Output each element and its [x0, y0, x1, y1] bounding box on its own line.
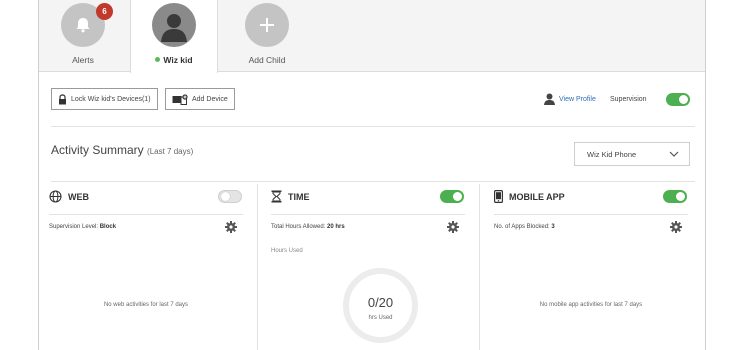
mobile-panel-line	[494, 214, 688, 215]
lock-icon	[59, 93, 66, 104]
hours-used-ring: 0/20 hrs Used	[343, 268, 418, 343]
mobile-panel-title: MOBILE APP	[509, 191, 565, 202]
tab-wiz-kid[interactable]: Wiz kid	[130, 0, 218, 73]
tab-add-child-label: Add Child	[248, 55, 286, 65]
child-name: Wiz kid	[163, 55, 193, 65]
person-icon	[544, 93, 555, 105]
panel-separator-1	[257, 184, 258, 350]
time-info-value: 20 hrs	[327, 224, 345, 230]
mobile-settings-gear-icon[interactable]	[670, 221, 682, 233]
hours-used-value: 0/20	[367, 295, 394, 310]
person-avatar-icon	[161, 14, 187, 42]
activity-summary-title: Activity Summary (Last 7 days)	[51, 143, 193, 157]
plus-icon	[260, 18, 274, 32]
time-settings-gear-icon[interactable]	[447, 221, 459, 233]
hours-used-label: Hours Used	[271, 248, 303, 254]
web-info-label: Supervision Level:	[49, 224, 99, 230]
tab-add-child[interactable]: Add Child	[223, 0, 311, 72]
time-info-label: Total Hours Allowed:	[271, 224, 326, 230]
summary-divider	[51, 181, 695, 182]
mobile-toggle[interactable]	[663, 190, 687, 203]
mobile-panel-header: MOBILE APP	[494, 190, 565, 203]
web-supervision-level: Supervision Level: Block	[49, 224, 116, 230]
time-panel-header: TIME	[271, 190, 310, 203]
device-select-value: Wiz Kid Phone	[587, 149, 637, 159]
time-panel: TIME Total Hours Allowed: 20 hrs Hours U…	[271, 184, 465, 350]
add-child-circle	[245, 3, 289, 47]
add-device-icon	[172, 93, 188, 105]
web-toggle[interactable]	[218, 190, 242, 203]
time-total-hours: Total Hours Allowed: 20 hrs	[271, 224, 345, 230]
time-panel-title: TIME	[288, 191, 310, 202]
supervision-toggle[interactable]	[666, 93, 690, 106]
lock-devices-button[interactable]: Lock Wiz kid's Devices(1)	[51, 88, 158, 110]
online-status-dot	[155, 57, 161, 62]
chevron-down-icon	[669, 151, 679, 157]
mobile-info-value: 3	[551, 224, 555, 230]
lock-devices-label: Lock Wiz kid's Devices(1)	[71, 95, 151, 103]
supervision-label: Supervision	[610, 96, 647, 103]
web-panel-line	[49, 214, 243, 215]
web-settings-gear-icon[interactable]	[225, 221, 237, 233]
mobile-app-panel: MOBILE APP No. of Apps Blocked: 3 No mob…	[494, 184, 688, 350]
web-info-value: Block	[99, 224, 117, 230]
toolbar-divider	[51, 126, 695, 127]
summary-title-text: Activity Summary	[51, 143, 144, 157]
add-device-button[interactable]: Add Device	[165, 88, 235, 110]
panel-separator-2	[479, 184, 480, 350]
child-tabs-bar: 6 Alerts Wiz kid Add Child	[39, 0, 705, 73]
web-panel: WEB Supervision Level: Block No web acti…	[49, 184, 243, 350]
tab-wiz-kid-label: Wiz kid	[131, 55, 217, 65]
tab-alerts[interactable]: 6 Alerts	[39, 0, 127, 72]
view-profile-link[interactable]: View Profile	[544, 93, 596, 105]
avatar	[152, 3, 196, 47]
add-device-label: Add Device	[192, 95, 228, 103]
alerts-count-badge: 6	[96, 3, 113, 20]
globe-icon	[49, 190, 62, 203]
web-panel-header: WEB	[49, 190, 89, 203]
time-toggle[interactable]	[440, 190, 464, 203]
view-profile-label: View Profile	[559, 95, 596, 103]
mobile-apps-blocked: No. of Apps Blocked: 3	[494, 224, 555, 230]
mobile-empty-message: No mobile app activities for last 7 days	[539, 302, 643, 308]
web-panel-title: WEB	[68, 191, 89, 202]
app-frame: 6 Alerts Wiz kid Add Child Lock Wiz kid'…	[38, 0, 706, 350]
bell-icon	[76, 18, 90, 33]
phone-icon	[494, 190, 503, 203]
hourglass-icon	[271, 190, 282, 203]
mobile-info-label: No. of Apps Blocked:	[494, 224, 550, 230]
web-empty-message: No web activities for last 7 days	[103, 302, 189, 308]
time-panel-line	[271, 214, 465, 215]
summary-period: (Last 7 days)	[147, 147, 194, 156]
tab-alerts-label: Alerts	[72, 55, 94, 65]
hours-used-sub: hrs Used	[368, 315, 393, 321]
device-select[interactable]: Wiz Kid Phone	[574, 142, 690, 166]
